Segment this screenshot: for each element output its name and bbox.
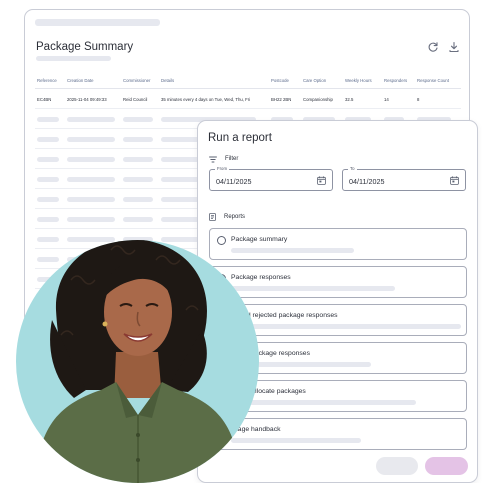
skeleton-cell [123,197,153,202]
cell-creation-date: 2025-11-04 09:49:33 [67,97,107,102]
from-date-field[interactable]: From 04/11/2025 [209,166,333,191]
column-header-care-option[interactable]: Care Option [303,78,326,83]
column-header-commissioner[interactable]: Commissioner [123,78,150,83]
skeleton-bar [231,324,461,329]
skeleton-cell [123,157,153,162]
column-header-responders[interactable]: Responders [384,78,407,83]
document-icon [209,213,216,221]
skeleton-cell [37,157,59,162]
skeleton-cell [67,197,115,202]
skeleton-cell [123,217,153,222]
to-date-value[interactable]: 04/11/2025 [349,177,384,186]
cell-care-option: Companionship [303,97,333,102]
skeleton-cell [67,217,115,222]
filter-icon [209,156,217,163]
cell-weekly-hours: 32.5 [345,97,354,102]
skeleton-cell [37,117,59,122]
reports-label: Reports [224,214,246,220]
refresh-icon[interactable] [427,41,439,53]
skeleton-cell [67,177,115,182]
column-header-creation-date[interactable]: Creation Date [67,78,94,83]
cell-reference: EC4BN [37,97,52,102]
table-header: Reference Creation Date Commissioner Det… [35,74,461,89]
skeleton-cell [37,177,59,182]
skeleton-cell [123,177,153,182]
skeleton-cell [37,137,59,142]
filter-header: Filter [209,154,238,164]
cancel-button[interactable] [376,457,418,475]
reports-header: Reports [209,212,245,222]
table-row[interactable]: EC4BN 2025-11-04 09:49:33 Reid Council 3… [35,89,461,109]
calendar-icon[interactable] [450,176,459,185]
to-date-field[interactable]: To 04/11/2025 [342,166,466,191]
to-date-label: To [348,166,357,171]
cell-responders: 14 [384,97,389,102]
run-report-button[interactable] [425,457,468,475]
skeleton-cell [37,197,59,202]
column-header-postcode[interactable]: Postcode [271,78,289,83]
skeleton-cell [67,117,115,122]
column-header-response-count[interactable]: Response Count [417,78,449,83]
cell-postcode: BH22 2BN [271,97,292,102]
column-header-reference[interactable]: Reference [37,78,57,83]
filter-label: Filter [225,156,239,162]
summary-title: Package Summary [36,41,134,53]
cell-response-count: 8 [417,97,420,102]
skeleton-cell [67,157,115,162]
skeleton-bar [35,19,160,26]
skeleton-cell [123,117,153,122]
skeleton-cell [123,137,153,142]
skeleton-cell [67,137,115,142]
column-header-weekly-hours[interactable]: Weekly Hours [345,78,372,83]
skeleton-bar [36,56,111,61]
download-icon[interactable] [448,41,460,53]
skeleton-cell [37,217,59,222]
report-title: Run a report [208,132,272,144]
person-photo [16,240,259,483]
from-date-value[interactable]: 04/11/2025 [216,177,251,186]
cell-commissioner: Reid Council [123,97,148,102]
column-header-details[interactable]: Details [161,78,174,83]
cell-details: 35 minutes every 4 days on Tue, Wed, Thu… [161,97,251,102]
calendar-icon[interactable] [317,176,326,185]
from-date-label: From [215,166,230,171]
